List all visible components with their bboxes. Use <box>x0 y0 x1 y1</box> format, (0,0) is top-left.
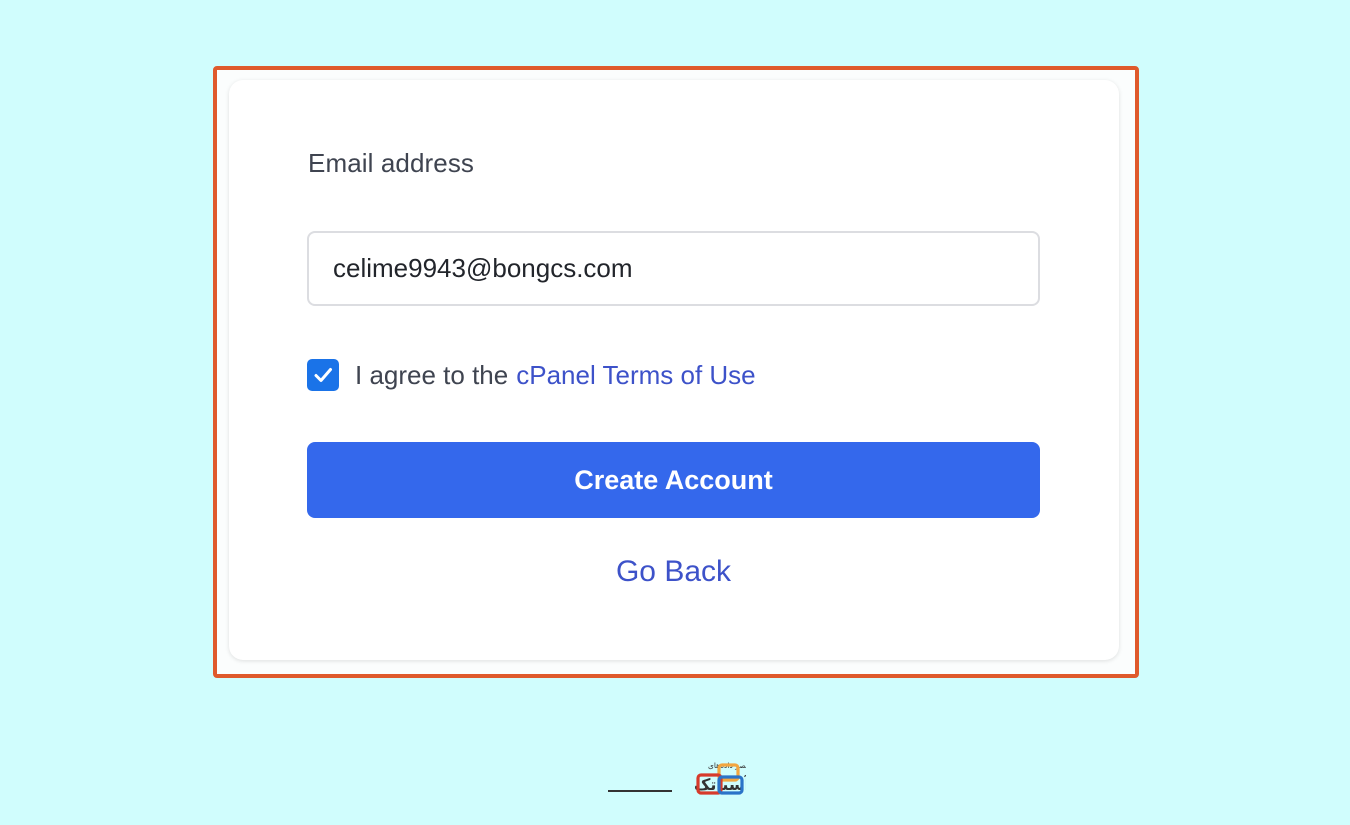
create-account-button[interactable]: Create Account <box>307 442 1040 518</box>
go-back-link[interactable]: Go Back <box>307 555 1040 589</box>
terms-of-use-link[interactable]: cPanel Terms of Use <box>516 360 755 391</box>
checkmark-icon <box>314 368 332 382</box>
email-label: Email address <box>308 148 475 178</box>
terms-row: I agree to the cPanel Terms of Use <box>307 358 756 392</box>
terms-text: I agree to the <box>355 359 509 390</box>
terms-checkbox[interactable] <box>307 359 339 391</box>
email-field[interactable] <box>307 231 1040 306</box>
asiatech-logo-icon: عصر داده‌های آسیاتک <box>608 761 746 795</box>
